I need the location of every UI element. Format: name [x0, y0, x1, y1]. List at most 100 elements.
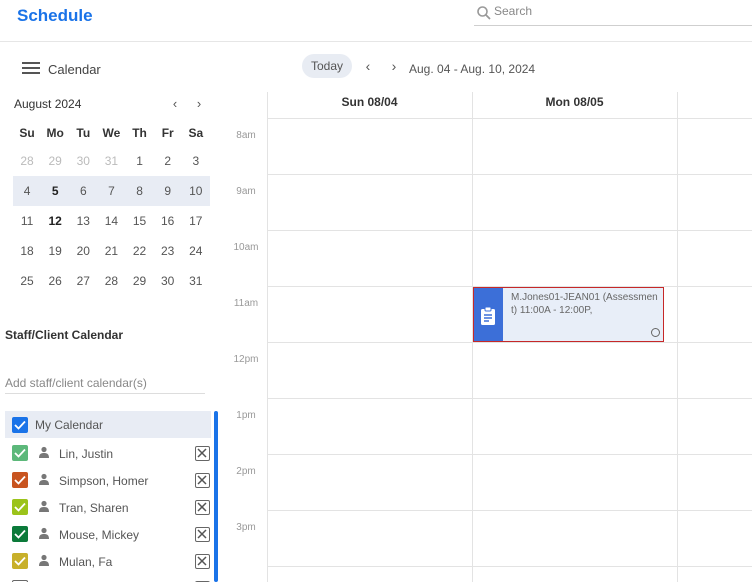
my-calendar-label: My Calendar	[35, 418, 104, 432]
day-cell[interactable]: 27	[69, 274, 97, 288]
weekday-label: Mo	[46, 126, 64, 140]
day-cell[interactable]: 15	[126, 214, 154, 228]
person-icon	[39, 473, 49, 485]
date-range: Aug. 04 - Aug. 10, 2024	[409, 62, 536, 76]
close-icon	[197, 502, 207, 512]
day-cell[interactable]: 19	[41, 244, 69, 258]
day-cell[interactable]: 29	[126, 274, 154, 288]
menu-icon[interactable]	[22, 62, 40, 76]
day-cell[interactable]: 12	[41, 214, 69, 228]
calendar-checkbox[interactable]	[12, 472, 28, 488]
week-row: 18 19 20 21 22 23 24	[13, 236, 210, 266]
day-cell[interactable]: 16	[154, 214, 182, 228]
day-cell[interactable]: 8	[126, 184, 154, 198]
today-button[interactable]: Today	[302, 54, 352, 78]
calendar-item[interactable]: Simpson, Homer	[5, 466, 211, 493]
remove-calendar-button[interactable]	[195, 500, 210, 515]
day-cell[interactable]: 7	[97, 184, 125, 198]
day-cell[interactable]: 1	[126, 154, 154, 168]
calendar-name: Mulan, Fa	[59, 555, 113, 569]
my-calendar-item[interactable]: My Calendar	[5, 411, 211, 438]
day-cell[interactable]: 31	[182, 274, 210, 288]
calendar-event[interactable]: M.Jones01-JEAN01 (Assessment) 11:00A - 1…	[473, 287, 664, 342]
day-cell[interactable]: 26	[41, 274, 69, 288]
add-calendar-input[interactable]	[5, 372, 205, 394]
chevron-left-icon[interactable]: ‹	[360, 57, 376, 75]
calendar-item[interactable]: Mulan, Fa	[5, 547, 211, 574]
calendar-item[interactable]: Mouse, Mickey	[5, 520, 211, 547]
day-cell[interactable]: 11	[13, 214, 41, 228]
day-cell[interactable]: 17	[182, 214, 210, 228]
day-cell[interactable]: 30	[69, 154, 97, 168]
time-label: 9am	[236, 186, 256, 197]
weekday-label: Fr	[161, 126, 174, 140]
check-icon	[14, 475, 26, 485]
day-cell[interactable]: 23	[154, 244, 182, 258]
calendar-item[interactable]: Tran, Sharen	[5, 493, 211, 520]
close-icon	[197, 475, 207, 485]
my-calendar-checkbox[interactable]	[12, 417, 28, 433]
calendar-name: Lin, Justin	[59, 447, 114, 461]
list-scrollbar[interactable]	[214, 411, 218, 582]
calendar-checkbox[interactable]	[12, 526, 28, 542]
close-icon	[197, 556, 207, 566]
calendar-list: My Calendar Lin, Justin Simpson, Homer T…	[5, 411, 218, 582]
close-icon	[197, 448, 207, 458]
search-box[interactable]	[474, 2, 752, 26]
day-cell[interactable]: 24	[182, 244, 210, 258]
time-label: 8am	[236, 130, 256, 141]
day-cell[interactable]: 10	[182, 184, 210, 198]
time-label: 3pm	[236, 522, 256, 533]
weekday-label: We	[102, 126, 121, 140]
day-header-sun[interactable]: Sun 08/04	[267, 92, 472, 119]
day-cell[interactable]: 2	[154, 154, 182, 168]
calendar-checkbox[interactable]	[12, 499, 28, 515]
calendar-item[interactable]: Lin, Justin	[5, 439, 211, 466]
mini-prev-month-icon[interactable]: ‹	[168, 96, 182, 111]
day-cell[interactable]: 30	[154, 274, 182, 288]
day-cell[interactable]: 28	[13, 154, 41, 168]
chevron-right-icon[interactable]: ›	[386, 57, 402, 75]
grid-line	[677, 92, 678, 582]
remove-calendar-button[interactable]	[195, 554, 210, 569]
day-cell[interactable]: 14	[97, 214, 125, 228]
day-cell[interactable]: 9	[154, 184, 182, 198]
app-title: Schedule	[17, 6, 93, 25]
day-cell[interactable]: 29	[41, 154, 69, 168]
calendar-item[interactable]	[5, 574, 211, 582]
mini-next-month-icon[interactable]: ›	[192, 96, 206, 111]
check-icon	[14, 420, 26, 430]
hour-line	[267, 174, 752, 175]
person-icon	[39, 527, 49, 539]
day-cell[interactable]: 21	[97, 244, 125, 258]
week-row: 28 29 30 31 1 2 3	[13, 146, 210, 176]
day-cell[interactable]: 5	[41, 184, 69, 198]
event-type-strip	[474, 288, 503, 341]
day-cell[interactable]: 28	[97, 274, 125, 288]
weekday-label: Su	[19, 126, 35, 140]
remove-calendar-button[interactable]	[195, 473, 210, 488]
day-cell[interactable]: 20	[69, 244, 97, 258]
week-row-selected: 4 5 6 7 8 9 10	[13, 176, 210, 206]
day-cell[interactable]: 13	[69, 214, 97, 228]
event-title: M.Jones01-JEAN01 (Assessment) 11:00A - 1…	[511, 292, 658, 316]
search-input[interactable]	[494, 4, 744, 18]
close-icon	[197, 529, 207, 539]
weekday-label: Tu	[76, 126, 91, 140]
day-header-mon[interactable]: Mon 08/05	[472, 92, 677, 119]
day-cell[interactable]: 6	[69, 184, 97, 198]
clipboard-icon	[481, 306, 495, 325]
day-cell[interactable]: 18	[13, 244, 41, 258]
calendar-checkbox[interactable]	[12, 445, 28, 461]
calendar-checkbox[interactable]	[12, 553, 28, 569]
check-icon	[14, 502, 26, 512]
day-cell[interactable]: 4	[13, 184, 41, 198]
day-cell[interactable]: 25	[13, 274, 41, 288]
remove-calendar-button[interactable]	[195, 527, 210, 542]
day-cell[interactable]: 3	[182, 154, 210, 168]
day-cell[interactable]: 22	[126, 244, 154, 258]
day-cell[interactable]: 31	[97, 154, 125, 168]
day-header-tue[interactable]	[677, 92, 752, 119]
remove-calendar-button[interactable]	[195, 446, 210, 461]
calendar-header: Calendar Today ‹ › Aug. 04 - Aug. 10, 20…	[0, 42, 752, 92]
